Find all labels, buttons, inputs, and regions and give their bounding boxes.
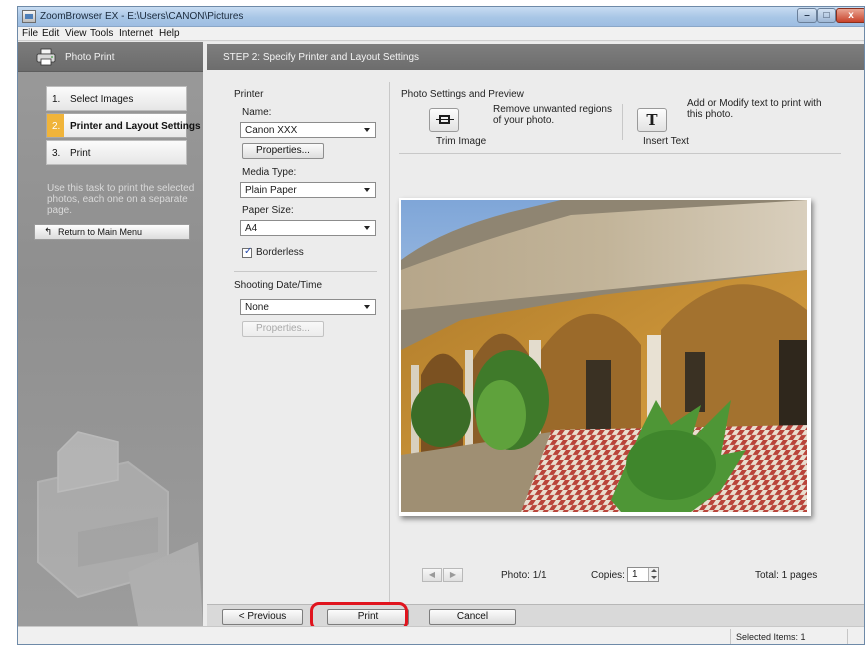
paper-size-select[interactable]: A4 — [240, 220, 376, 236]
previous-button[interactable]: < Previous — [222, 609, 303, 625]
chevron-down-icon — [364, 188, 370, 192]
step-header: STEP 2: Specify Printer and Layout Setti… — [207, 44, 864, 70]
preview-divider — [399, 153, 841, 154]
window-title: ZoomBrowser EX - E:\Users\CANON\Pictures — [40, 11, 244, 22]
tool-divider — [622, 104, 623, 140]
photo-settings-label: Photo Settings and Preview — [401, 89, 524, 100]
photo-preview-frame — [399, 198, 811, 516]
copies-stepper[interactable]: 1 — [627, 567, 659, 582]
printer-properties-button[interactable]: Properties... — [242, 143, 324, 159]
menu-edit[interactable]: Edit — [42, 28, 59, 39]
status-bar: Selected Items: 1 — [18, 626, 864, 644]
chevron-down-icon — [364, 226, 370, 230]
return-arrow-icon: ↰ — [44, 227, 53, 238]
task-panel-header: Photo Print — [18, 42, 203, 72]
app-icon — [22, 10, 36, 23]
paper-size-label: Paper Size: — [242, 205, 294, 216]
step-label: Print — [70, 148, 91, 159]
close-button[interactable]: x — [836, 8, 864, 23]
checkmark-icon: ✓ — [244, 246, 253, 257]
selected-items-count: Selected Items: 1 — [736, 632, 806, 642]
previous-photo-button[interactable]: ◀ — [422, 568, 442, 582]
copies-label: Copies: — [591, 570, 625, 581]
minimize-button[interactable]: – — [797, 8, 817, 23]
step-label: Select Images — [70, 94, 134, 105]
spin-arrows-icon[interactable] — [648, 568, 658, 581]
crop-icon — [436, 115, 454, 124]
total-pages: Total: 1 pages — [755, 570, 818, 581]
step-printer-layout-settings[interactable]: 2. Printer and Layout Settings — [46, 113, 201, 138]
borderless-checkbox[interactable]: ✓ — [242, 246, 253, 258]
courtyard-photo — [401, 200, 807, 512]
menu-tools[interactable]: Tools — [90, 28, 113, 39]
chevron-down-icon — [364, 305, 370, 309]
trim-image-label[interactable]: Trim Image — [436, 136, 486, 147]
printer-name-label: Name: — [242, 107, 272, 118]
menu-view[interactable]: View — [65, 28, 87, 39]
action-bar: < Previous Print Cancel — [207, 602, 864, 631]
step-title: STEP 2: Specify Printer and Layout Setti… — [223, 52, 420, 63]
column-divider — [389, 82, 390, 604]
main-content: STEP 2: Specify Printer and Layout Setti… — [203, 42, 864, 631]
section-divider — [234, 271, 377, 272]
media-type-select[interactable]: Plain Paper — [240, 182, 376, 198]
menu-help[interactable]: Help — [159, 28, 180, 39]
printer-name-select[interactable]: Canon XXX — [240, 122, 376, 138]
next-photo-button[interactable]: ▶ — [443, 568, 463, 582]
photo-counter: Photo: 1/1 — [501, 570, 547, 581]
printer-section-label: Printer — [234, 89, 264, 100]
return-to-main-menu-button[interactable]: ↰ Return to Main Menu — [34, 224, 190, 240]
task-description: Use this task to print the selected phot… — [47, 183, 195, 216]
insert-text-description: Add or Modify text to print with this ph… — [687, 98, 822, 120]
shooting-properties-button[interactable]: Properties... — [242, 321, 324, 337]
borderless-label: Borderless — [256, 247, 304, 258]
task-panel-title: Photo Print — [65, 52, 115, 63]
app-window: ZoomBrowser EX - E:\Users\CANON\Pictures… — [17, 6, 865, 645]
step-select-images[interactable]: 1. Select Images — [46, 86, 187, 111]
title-bar: ZoomBrowser EX - E:\Users\CANON\Pictures… — [18, 7, 864, 27]
menu-internet[interactable]: Internet — [119, 28, 153, 39]
printer-icon — [36, 48, 56, 66]
shooting-date-label: Shooting Date/Time — [234, 280, 323, 291]
maximize-button[interactable]: □ — [817, 8, 836, 23]
insert-text-button[interactable]: T — [637, 108, 667, 132]
trim-description: Remove unwanted regions of your photo. — [493, 104, 612, 126]
menu-bar: File Edit View Tools Internet Help — [18, 27, 864, 41]
step-print[interactable]: 3. Print — [46, 140, 187, 165]
task-panel: Photo Print 1. Select Images 2. Printer … — [18, 42, 203, 626]
printer-watermark-art — [37, 431, 203, 626]
text-t-icon: T — [646, 111, 658, 129]
chevron-down-icon — [364, 128, 370, 132]
trim-image-button[interactable] — [429, 108, 459, 132]
media-type-label: Media Type: — [242, 167, 297, 178]
menu-file[interactable]: File — [22, 28, 38, 39]
step-label: Printer and Layout Settings — [70, 121, 201, 132]
cancel-button[interactable]: Cancel — [429, 609, 516, 625]
shooting-date-select[interactable]: None — [240, 299, 376, 315]
insert-text-label[interactable]: Insert Text — [643, 136, 689, 147]
